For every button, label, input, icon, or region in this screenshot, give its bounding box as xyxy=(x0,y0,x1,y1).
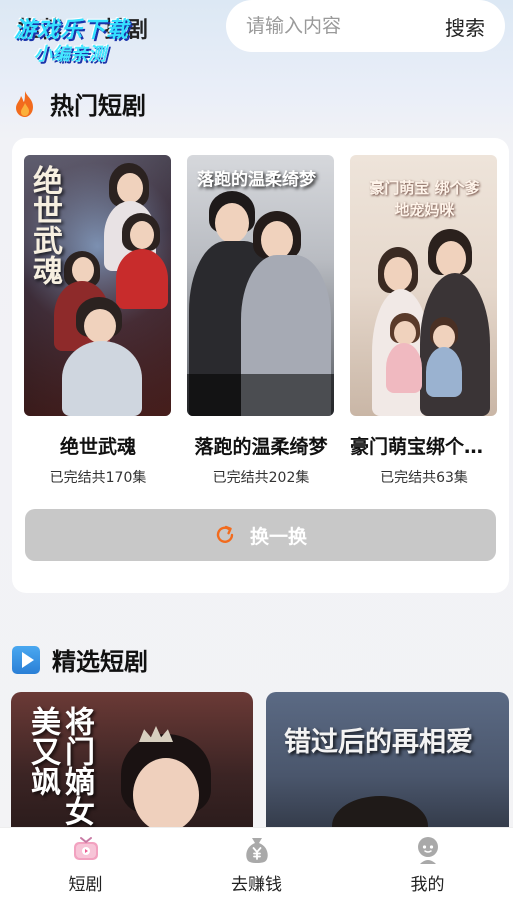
refresh-icon xyxy=(216,525,234,543)
nav-label: 我的 xyxy=(410,874,445,895)
poster-title: 错过后的再相爱 xyxy=(284,727,473,758)
drama-card[interactable]: 绝世武魂 绝世武魂 已完结共170集 xyxy=(24,155,172,487)
tab-recommend[interactable]: 推荐 xyxy=(18,12,62,44)
drama-tv-icon xyxy=(73,836,98,860)
poster-title: 将门嫡女美又飒 xyxy=(25,706,94,826)
tab-ranking[interactable]: 排剧 xyxy=(104,12,148,44)
search-bar: 搜索 xyxy=(226,0,505,52)
top-tabs: 推荐 排剧 xyxy=(18,12,148,44)
drama-poster[interactable]: 落跑的温柔绮梦 xyxy=(187,155,334,416)
bottom-nav: 短剧 去赚钱 我的 xyxy=(0,827,513,900)
money-bag-icon xyxy=(245,837,268,863)
drama-title[interactable]: 豪门萌宝绑个爹地宠妈咪 xyxy=(350,432,498,459)
hot-dramas-card: 绝世武魂 绝世武魂 已完结共170集 落跑的温柔绮梦 落跑的温柔绮梦 已完结共2… xyxy=(12,138,509,593)
drama-title[interactable]: 落跑的温柔绮梦 xyxy=(187,432,335,459)
play-icon xyxy=(12,645,40,674)
user-icon xyxy=(417,836,438,864)
nav-item-earn[interactable]: 去赚钱 xyxy=(171,828,342,900)
drama-poster[interactable]: 绝世武魂 xyxy=(24,155,171,416)
drama-episode-status: 已完结共63集 xyxy=(380,470,468,486)
featured-drama-poster[interactable]: 错过后的再相爱 xyxy=(266,692,509,832)
refresh-button[interactable]: 换一换 xyxy=(25,509,496,561)
nav-item-profile[interactable]: 我的 xyxy=(342,828,513,900)
drama-card[interactable]: 豪门萌宝 绑个爹地宠妈咪 豪门萌宝绑个爹地宠妈咪 已完结共63集 xyxy=(350,155,498,487)
refresh-label: 换一换 xyxy=(249,525,307,548)
drama-title[interactable]: 绝世武魂 xyxy=(24,432,172,459)
nav-label: 短剧 xyxy=(68,874,103,895)
featured-drama-poster[interactable]: 将门嫡女美又飒 xyxy=(11,692,253,832)
search-input[interactable] xyxy=(246,15,396,37)
search-button[interactable]: 搜索 xyxy=(445,12,485,41)
featured-section-header: 精选短剧 xyxy=(12,642,148,677)
nav-label: 去赚钱 xyxy=(231,874,282,895)
hot-section-header: 热门短剧 xyxy=(12,86,146,121)
poster-title: 绝世武魂 xyxy=(27,165,62,285)
poster-title: 豪门萌宝 绑个爹地宠妈咪 xyxy=(369,179,480,219)
drama-poster[interactable]: 豪门萌宝 绑个爹地宠妈咪 xyxy=(350,155,497,416)
nav-item-drama[interactable]: 短剧 xyxy=(0,828,171,900)
fire-icon xyxy=(16,90,33,117)
featured-section-title: 精选短剧 xyxy=(52,648,148,676)
drama-episode-status: 已完结共170集 xyxy=(49,470,147,486)
hot-section-title: 热门短剧 xyxy=(50,92,146,120)
poster-title: 落跑的温柔绮梦 xyxy=(197,170,316,190)
drama-card[interactable]: 落跑的温柔绮梦 落跑的温柔绮梦 已完结共202集 xyxy=(187,155,335,487)
drama-episode-status: 已完结共202集 xyxy=(212,470,310,486)
